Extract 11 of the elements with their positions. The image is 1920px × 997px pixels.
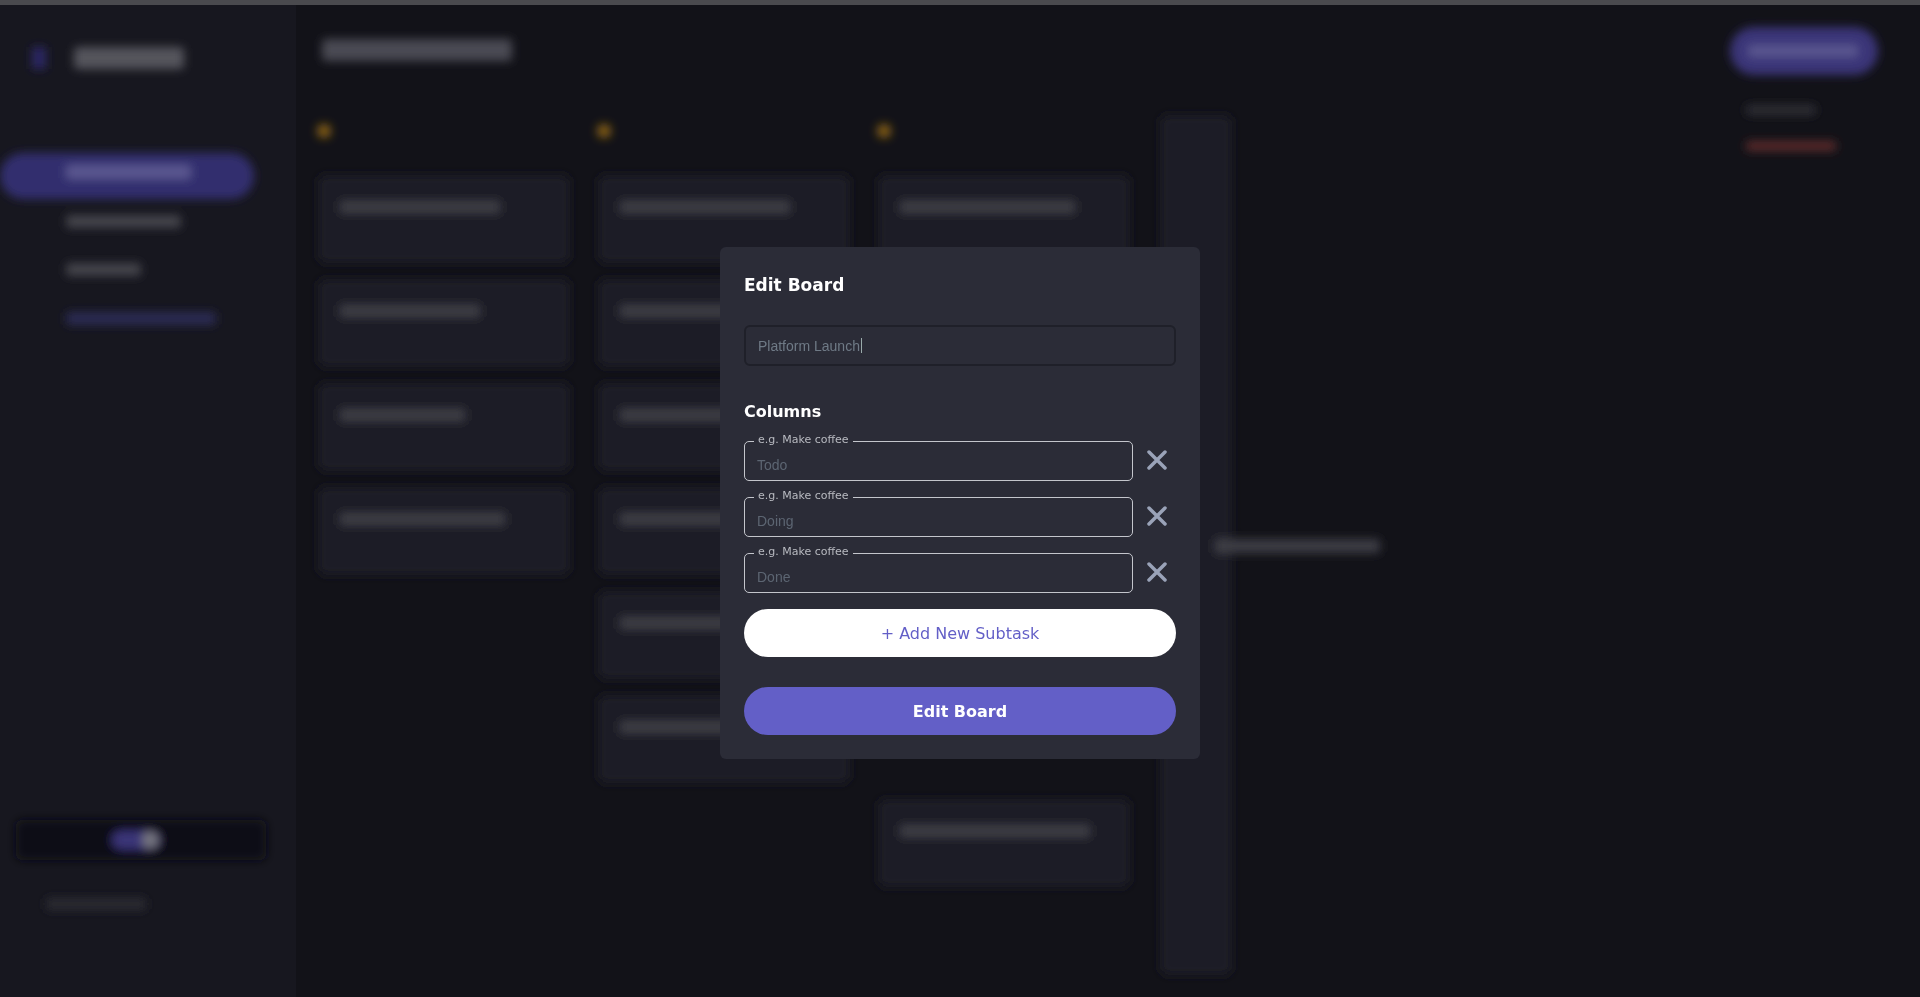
add-subtask-button[interactable]: + Add New Subtask	[744, 609, 1176, 657]
dialog-title: Edit Board	[744, 275, 846, 295]
field-label: e.g. Make coffee	[754, 433, 853, 447]
close-icon[interactable]	[1147, 450, 1167, 470]
field-label: e.g. Make coffee	[754, 489, 853, 503]
edit-board-button[interactable]: Edit Board	[744, 687, 1176, 735]
close-icon[interactable]	[1147, 506, 1167, 526]
columns-heading: Columns	[744, 402, 823, 421]
field-label: e.g. Make coffee	[754, 545, 853, 559]
close-icon[interactable]	[1147, 562, 1167, 582]
board-name-input[interactable]: Platform Launch	[744, 325, 1176, 366]
